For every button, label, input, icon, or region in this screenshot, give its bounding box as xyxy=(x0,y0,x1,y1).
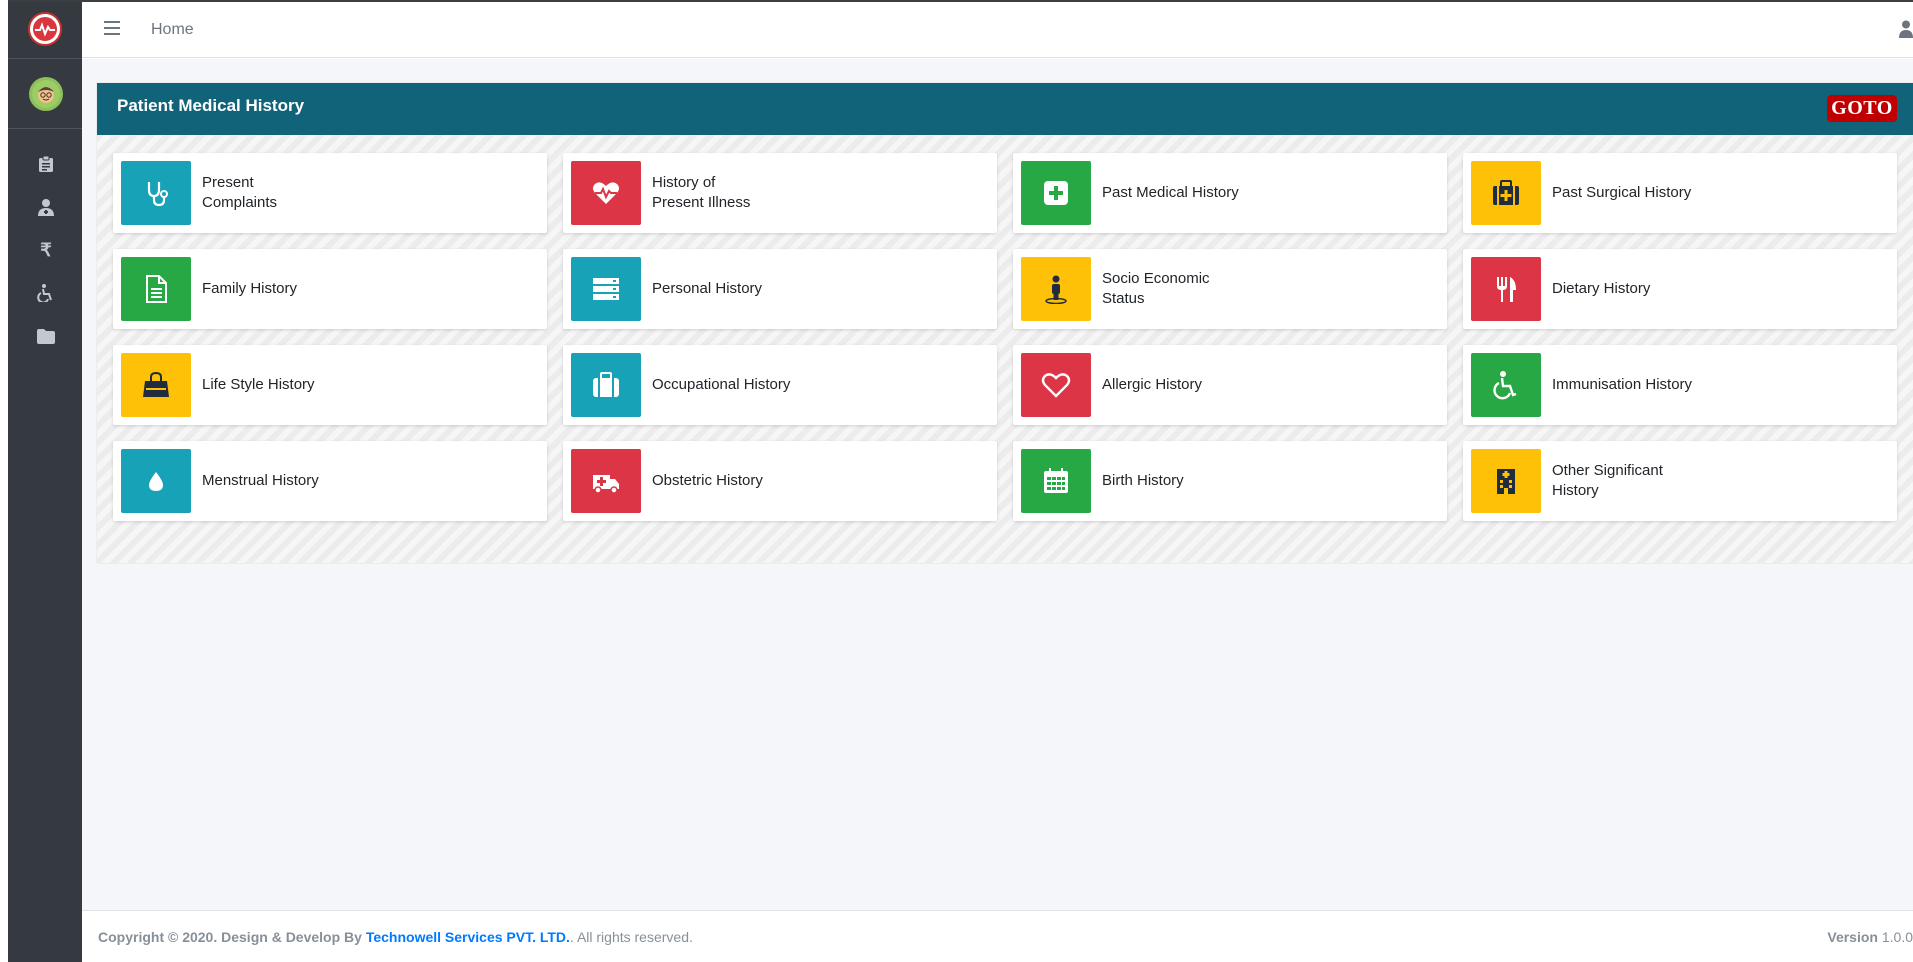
tile-label: Socio Economic Status xyxy=(1102,270,1210,307)
tile-label: Present Complaints xyxy=(202,174,278,211)
sidebar-divider xyxy=(8,128,82,129)
tile-icon-box xyxy=(121,161,191,225)
tile-other-significant-history[interactable]: Other Significant History xyxy=(1463,441,1897,521)
briefcase-icon xyxy=(593,372,619,397)
heart-outline-icon xyxy=(1041,373,1071,398)
sidebar-item-files[interactable] xyxy=(34,324,58,348)
sidebar-item-accessibility[interactable] xyxy=(34,281,58,305)
droplet-icon xyxy=(149,472,163,491)
shopping-bag-icon xyxy=(143,371,169,397)
hospital-icon xyxy=(1497,469,1515,494)
tile-icon-box xyxy=(1471,449,1541,513)
tile-obstetric-history[interactable]: Obstetric History xyxy=(563,441,997,521)
main-content: Patient Medical History GOTO Present Comp… xyxy=(82,59,1913,910)
tile-label: Immunisation History xyxy=(1552,376,1693,393)
app-window: ₹ Home Patient Medical History GOTO Pres… xyxy=(0,0,1913,962)
tile-icon-box xyxy=(121,257,191,321)
footer-version: Version 1.0.0 xyxy=(1827,929,1913,945)
tile-past-medical-history[interactable]: Past Medical History xyxy=(1013,153,1447,233)
card-header: Patient Medical History GOTO xyxy=(97,83,1913,135)
tile-label: Family History xyxy=(202,280,298,297)
avatar-icon xyxy=(32,80,60,108)
heartbeat-icon xyxy=(593,182,619,204)
tile-immunisation-history[interactable]: Immunisation History xyxy=(1463,345,1897,425)
wheelchair-icon xyxy=(1493,371,1517,400)
sidebar-item-billing[interactable]: ₹ xyxy=(34,238,58,262)
tile-icon-box xyxy=(121,449,191,513)
tile-icon-box xyxy=(1021,257,1091,321)
ambulance-icon xyxy=(593,475,619,494)
sidebar: ₹ xyxy=(8,2,82,962)
tile-icon-box xyxy=(571,161,641,225)
sidebar-item-doctor[interactable] xyxy=(34,195,58,219)
top-navbar: Home xyxy=(82,2,1913,58)
tile-label: History of Present Illness xyxy=(652,174,751,211)
tile-label: Menstrual History xyxy=(202,472,319,489)
folder-icon xyxy=(37,328,55,344)
left-gutter xyxy=(0,0,8,962)
nav-home-link[interactable]: Home xyxy=(151,21,194,39)
page-title: Patient Medical History xyxy=(117,96,305,115)
tile-present-complaints[interactable]: Present Complaints xyxy=(113,153,547,233)
user-avatar[interactable] xyxy=(29,77,63,111)
tile-icon-box xyxy=(121,353,191,417)
rupee-icon: ₹ xyxy=(40,239,52,260)
tile-icon-box xyxy=(571,353,641,417)
tile-label: Obstetric History xyxy=(652,472,763,489)
tile-icon-box xyxy=(1471,353,1541,417)
footer: Copyright © 2020. Design & Develop By Te… xyxy=(82,910,1913,962)
tile-icon-box xyxy=(1021,161,1091,225)
tile-label: Occupational History xyxy=(652,376,791,393)
document-icon xyxy=(146,275,167,303)
footer-copyright: Copyright © 2020. Design & Develop By Te… xyxy=(98,929,693,945)
tile-label: Other Significant History xyxy=(1552,462,1663,499)
tile-personal-history[interactable]: Personal History xyxy=(563,249,997,329)
stethoscope-icon xyxy=(147,182,168,207)
tile-icon-box xyxy=(571,257,641,321)
tile-label: Past Surgical History xyxy=(1552,184,1692,201)
tile-icon-box xyxy=(1471,161,1541,225)
tile-birth-history[interactable]: Birth History xyxy=(1013,441,1447,521)
calendar-icon xyxy=(1044,468,1068,493)
tile-label: Personal History xyxy=(652,280,763,297)
user-icon[interactable] xyxy=(1899,20,1913,38)
server-icon xyxy=(593,278,619,300)
tile-past-surgical-history[interactable]: Past Surgical History xyxy=(1463,153,1897,233)
tile-icon-box xyxy=(1021,353,1091,417)
app-logo[interactable] xyxy=(28,12,62,46)
tile-family-history[interactable]: Family History xyxy=(113,249,547,329)
clipboard-icon xyxy=(39,155,53,172)
tile-menstrual-history[interactable]: Menstrual History xyxy=(113,441,547,521)
medical-plus-icon xyxy=(1044,181,1068,205)
tile-label: Dietary History xyxy=(1552,280,1651,297)
tile-occupational-history[interactable]: Occupational History xyxy=(563,345,997,425)
person-pin-icon xyxy=(1045,275,1067,304)
tile-label: Past Medical History xyxy=(1102,184,1239,201)
heartbeat-logo-icon xyxy=(33,17,57,41)
tile-label: Birth History xyxy=(1102,472,1184,489)
goto-button[interactable]: GOTO xyxy=(1827,95,1897,122)
tile-label: Life Style History xyxy=(202,376,315,393)
tile-icon-box xyxy=(571,449,641,513)
medkit-icon xyxy=(1493,180,1519,205)
tile-icon-box xyxy=(1021,449,1091,513)
sidebar-item-clipboard[interactable] xyxy=(34,152,58,176)
tile-allergic-history[interactable]: Allergic History xyxy=(1013,345,1447,425)
tile-socio-economic-status[interactable]: Socio Economic Status xyxy=(1013,249,1447,329)
wheelchair-icon xyxy=(37,284,52,302)
sidebar-divider xyxy=(8,58,82,59)
medical-history-card: Patient Medical History GOTO Present Comp… xyxy=(97,83,1913,563)
user-doctor-icon xyxy=(38,199,54,216)
utensils-icon xyxy=(1497,277,1516,302)
tile-history-present-illness[interactable]: History of Present Illness xyxy=(563,153,997,233)
tile-icon-box xyxy=(1471,257,1541,321)
tile-label: Allergic History xyxy=(1102,376,1203,393)
tile-dietary-history[interactable]: Dietary History xyxy=(1463,249,1897,329)
menu-toggle-icon[interactable] xyxy=(104,21,120,35)
tile-life-style-history[interactable]: Life Style History xyxy=(113,345,547,425)
company-link[interactable]: Technowell Services PVT. LTD. xyxy=(366,929,570,945)
